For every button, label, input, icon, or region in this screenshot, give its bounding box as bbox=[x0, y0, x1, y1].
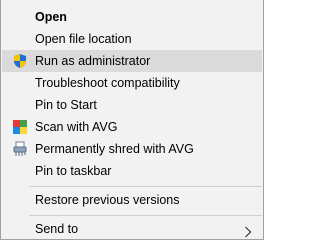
menu-item-label: Run as administrator bbox=[35, 54, 151, 68]
menu-item-label: Send to bbox=[35, 222, 79, 236]
menu-item-scan-with-avg[interactable]: Scan with AVG bbox=[2, 116, 262, 138]
menu-item-send-to[interactable]: Send to bbox=[2, 218, 262, 240]
avg-icon bbox=[12, 119, 28, 135]
shredder-icon bbox=[12, 141, 28, 157]
menu-item-pin-to-taskbar[interactable]: Pin to taskbar bbox=[2, 160, 262, 182]
menu-separator bbox=[29, 186, 262, 187]
menu-item-troubleshoot-compatibility[interactable]: Troubleshoot compatibility bbox=[2, 72, 262, 94]
menu-item-label: Pin to Start bbox=[35, 98, 97, 112]
menu-item-label: Open file location bbox=[35, 32, 132, 46]
uac-shield-icon bbox=[12, 53, 28, 69]
menu-separator bbox=[29, 215, 262, 216]
menu-item-permanently-shred-with-avg[interactable]: Permanently shred with AVG bbox=[2, 138, 262, 160]
context-menu: Open Open file location Run as administr… bbox=[0, 0, 264, 240]
menu-item-label: Permanently shred with AVG bbox=[35, 142, 194, 156]
menu-item-label: Scan with AVG bbox=[35, 120, 118, 134]
menu-item-open[interactable]: Open bbox=[2, 6, 262, 28]
chevron-right-icon bbox=[244, 223, 252, 238]
menu-item-label: Troubleshoot compatibility bbox=[35, 76, 180, 90]
menu-item-open-file-location[interactable]: Open file location bbox=[2, 28, 262, 50]
menu-item-restore-previous-versions[interactable]: Restore previous versions bbox=[2, 189, 262, 211]
menu-item-label: Pin to taskbar bbox=[35, 164, 112, 178]
menu-item-label: Open bbox=[35, 10, 67, 24]
menu-item-label: Restore previous versions bbox=[35, 193, 180, 207]
menu-item-pin-to-start[interactable]: Pin to Start bbox=[2, 94, 262, 116]
menu-item-run-as-administrator[interactable]: Run as administrator bbox=[2, 50, 262, 72]
